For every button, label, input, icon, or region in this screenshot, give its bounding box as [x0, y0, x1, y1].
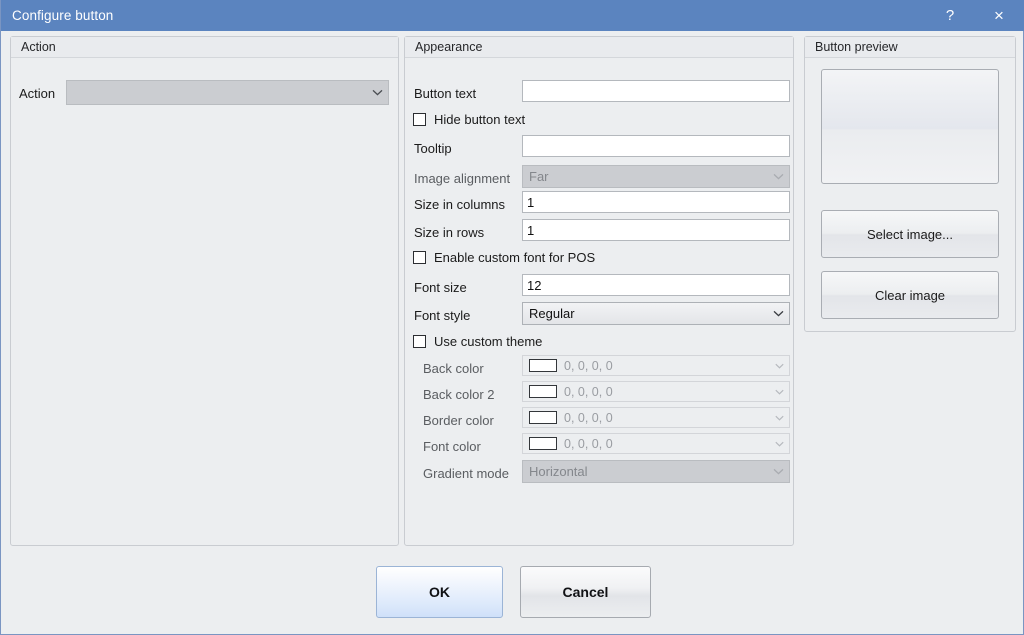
help-button[interactable]: ?	[927, 0, 973, 31]
image-alignment-select[interactable]: Far	[522, 165, 790, 188]
back-color-2-label: Back color 2	[423, 387, 495, 403]
font-size-label: Font size	[414, 280, 467, 296]
back-color-label: Back color	[423, 361, 484, 377]
action-label: Action	[19, 86, 55, 102]
border-color-value: 0, 0, 0, 0	[564, 411, 771, 425]
checkbox-icon	[413, 335, 426, 348]
ok-button-label: OK	[429, 584, 450, 600]
configure-button-dialog: Configure button ? × Action Action Appea…	[0, 0, 1024, 635]
gradient-mode-value: Horizontal	[529, 464, 769, 479]
chevron-down-icon	[771, 363, 787, 369]
font-style-label: Font style	[414, 308, 470, 324]
chevron-down-icon	[771, 441, 787, 447]
tooltip-label: Tooltip	[414, 141, 452, 157]
font-size-input[interactable]	[522, 274, 790, 296]
use-custom-theme-label: Use custom theme	[434, 334, 542, 349]
appearance-group-title: Appearance	[405, 37, 793, 58]
window-title: Configure button	[12, 8, 113, 23]
back-color-2-select[interactable]: 0, 0, 0, 0	[522, 381, 790, 402]
image-alignment-label: Image alignment	[414, 171, 510, 187]
clear-image-label: Clear image	[875, 288, 945, 303]
back-color-2-value: 0, 0, 0, 0	[564, 385, 771, 399]
use-custom-theme-checkbox[interactable]: Use custom theme	[413, 334, 542, 349]
size-in-columns-label: Size in columns	[414, 197, 505, 213]
hide-button-text-checkbox[interactable]: Hide button text	[413, 112, 525, 127]
select-image-label: Select image...	[867, 227, 953, 242]
chevron-down-icon	[771, 415, 787, 421]
action-group: Action Action	[10, 36, 399, 546]
button-text-label: Button text	[414, 86, 476, 102]
back-color-value: 0, 0, 0, 0	[564, 359, 771, 373]
chevron-down-icon	[769, 468, 787, 475]
tooltip-input[interactable]	[522, 135, 790, 157]
action-group-title: Action	[11, 37, 398, 58]
font-color-select[interactable]: 0, 0, 0, 0	[522, 433, 790, 454]
close-button[interactable]: ×	[973, 0, 1024, 31]
button-preview-area	[821, 69, 999, 184]
appearance-group: Appearance Button text Hide button text …	[404, 36, 794, 546]
color-swatch-icon	[529, 359, 557, 372]
cancel-button[interactable]: Cancel	[520, 566, 651, 618]
button-text-input[interactable]	[522, 80, 790, 102]
border-color-select[interactable]: 0, 0, 0, 0	[522, 407, 790, 428]
action-group-body: Action	[11, 58, 398, 544]
cancel-button-label: Cancel	[563, 584, 609, 600]
checkbox-icon	[413, 113, 426, 126]
clear-image-button[interactable]: Clear image	[821, 271, 999, 319]
hide-button-text-label: Hide button text	[434, 112, 525, 127]
color-swatch-icon	[529, 437, 557, 450]
font-style-select[interactable]: Regular	[522, 302, 790, 325]
size-in-rows-input[interactable]	[522, 219, 790, 241]
chevron-down-icon	[771, 389, 787, 395]
size-in-rows-label: Size in rows	[414, 225, 484, 241]
button-preview-body: Select image... Clear image	[805, 58, 1015, 330]
image-alignment-value: Far	[529, 169, 769, 184]
action-select[interactable]	[66, 80, 389, 105]
chevron-down-icon	[368, 89, 386, 96]
color-swatch-icon	[529, 385, 557, 398]
checkbox-icon	[413, 251, 426, 264]
title-bar: Configure button ? ×	[1, 0, 1024, 31]
enable-custom-font-checkbox[interactable]: Enable custom font for POS	[413, 250, 595, 265]
ok-button[interactable]: OK	[376, 566, 503, 618]
font-color-value: 0, 0, 0, 0	[564, 437, 771, 451]
button-preview-group: Button preview Select image... Clear ima…	[804, 36, 1016, 332]
gradient-mode-label: Gradient mode	[423, 466, 509, 482]
chevron-down-icon	[769, 310, 787, 317]
close-icon: ×	[994, 7, 1004, 24]
font-color-label: Font color	[423, 439, 481, 455]
gradient-mode-select[interactable]: Horizontal	[522, 460, 790, 483]
question-mark-icon: ?	[946, 8, 954, 23]
size-in-columns-input[interactable]	[522, 191, 790, 213]
color-swatch-icon	[529, 411, 557, 424]
chevron-down-icon	[769, 173, 787, 180]
appearance-group-body: Button text Hide button text Tooltip Ima…	[405, 58, 793, 544]
font-style-value: Regular	[529, 306, 769, 321]
border-color-label: Border color	[423, 413, 494, 429]
back-color-select[interactable]: 0, 0, 0, 0	[522, 355, 790, 376]
enable-custom-font-label: Enable custom font for POS	[434, 250, 595, 265]
button-preview-title: Button preview	[805, 37, 1015, 58]
select-image-button[interactable]: Select image...	[821, 210, 999, 258]
